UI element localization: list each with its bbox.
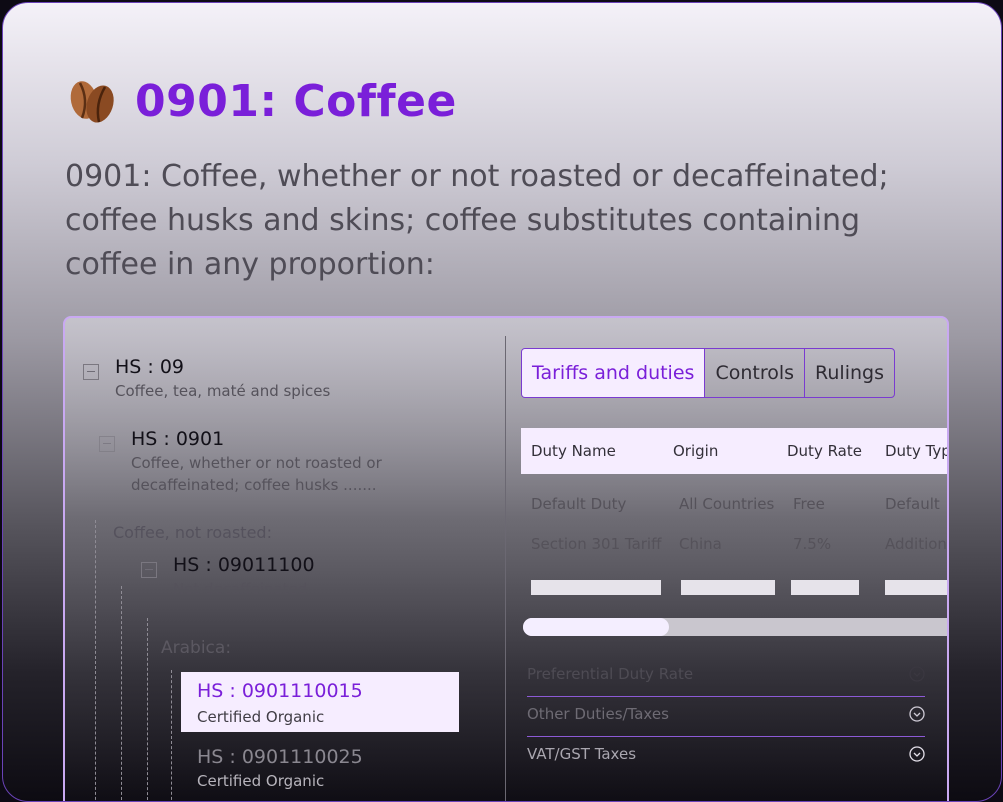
tree-connector <box>121 586 122 801</box>
chevron-down-icon[interactable] <box>909 706 925 722</box>
tree-node-09[interactable]: HS : 09 Coffee, tea, maté and spices <box>83 356 330 402</box>
hs-code-desc: Not decaffeinated <box>173 580 308 598</box>
table-cell: 7.5% <box>793 535 832 553</box>
loading-placeholder <box>681 580 775 595</box>
table-cell: Default Duty <box>531 495 627 513</box>
table-cell: Default <box>885 495 940 513</box>
accordion-other-duties[interactable]: Other Duties/Taxes <box>527 696 925 737</box>
title-row: 0901: Coffee <box>65 73 457 129</box>
column-header: Duty Rate <box>787 442 862 460</box>
column-header: Duty Type <box>885 442 947 460</box>
table-row[interactable]: Default Duty All Countries Free Default <box>521 495 947 519</box>
panel-divider <box>505 336 506 801</box>
tree-category: Coffee, not roasted: <box>113 523 272 542</box>
column-header: Origin <box>673 442 719 460</box>
hs-code: HS : 0901 <box>131 428 225 450</box>
loading-placeholder <box>791 580 859 595</box>
accordion-vat-gst[interactable]: VAT/GST Taxes <box>527 736 925 776</box>
tree-connector <box>95 520 96 801</box>
accordion-label: VAT/GST Taxes <box>527 745 637 763</box>
chevron-down-icon[interactable] <box>909 666 925 682</box>
tree-node-0901110025[interactable]: HS : 0901110025 Certified Organic <box>197 746 363 792</box>
hs-code: HS : 09 <box>115 356 185 378</box>
hs-code-desc-line1: Coffee, whether or not roasted or <box>131 454 382 472</box>
scrollbar-thumb[interactable] <box>523 618 669 636</box>
table-cell: Additional <box>885 535 947 553</box>
hs-description: 0901: Coffee, whether or not roasted or … <box>65 159 889 282</box>
table-row[interactable]: Section 301 Tariff China 7.5% Additional <box>521 535 947 559</box>
accordion-preferential-duty[interactable]: Preferential Duty Rate <box>527 656 925 697</box>
table-cell: All Countries <box>679 495 775 513</box>
hs-code-card: 0901: Coffee 0901: Coffee, whether or no… <box>2 2 1002 802</box>
table-cell: Free <box>793 495 825 513</box>
hs-code-desc-line2: decaffeinated; coffee husks ....... <box>131 476 377 494</box>
hs-code-desc: Certified Organic <box>197 708 325 726</box>
hs-code-desc: Coffee, tea, maté and spices <box>115 382 331 400</box>
hs-code: HS : 0901110015 <box>197 680 363 702</box>
collapse-icon[interactable] <box>141 562 157 578</box>
duty-table-header: Duty Name Origin Duty Rate Duty Type <box>521 428 947 474</box>
detail-tabs: Tariffs and duties Controls Rulings <box>521 348 895 398</box>
hs-code-desc: Certified Organic <box>197 772 325 790</box>
accordion-label: Preferential Duty Rate <box>527 665 694 683</box>
tree-connector <box>171 670 172 801</box>
table-cell: China <box>679 535 722 553</box>
table-cell: Section 301 Tariff <box>531 535 662 553</box>
hs-code: HS : 09011100 <box>173 554 315 576</box>
tree-node-selected[interactable]: HS : 0901110015 Certified Organic <box>181 672 459 732</box>
chevron-down-icon[interactable] <box>909 746 925 762</box>
tab-controls[interactable]: Controls <box>704 349 804 397</box>
hs-code: HS : 0901110025 <box>197 746 363 768</box>
column-header: Duty Name <box>531 442 616 460</box>
loading-placeholder <box>885 580 947 595</box>
collapse-icon[interactable] <box>99 436 115 452</box>
accordion-label: Other Duties/Taxes <box>527 705 669 723</box>
tree-node-0901[interactable]: HS : 0901 Coffee, whether or not roasted… <box>99 428 382 496</box>
tab-tariffs-and-duties[interactable]: Tariffs and duties <box>522 349 705 397</box>
loading-placeholder <box>531 580 661 595</box>
classification-panel: HS : 09 Coffee, tea, maté and spices HS … <box>63 316 949 801</box>
coffee-bean-icon <box>70 81 114 123</box>
tree-node-09011100[interactable]: HS : 09011100 Not decaffeinated <box>141 554 315 600</box>
tab-rulings[interactable]: Rulings <box>804 349 894 397</box>
tree-category: Arabica: <box>161 638 232 658</box>
tree-connector <box>147 618 148 801</box>
collapse-icon[interactable] <box>83 364 99 380</box>
page-title: 0901: Coffee <box>135 75 457 127</box>
